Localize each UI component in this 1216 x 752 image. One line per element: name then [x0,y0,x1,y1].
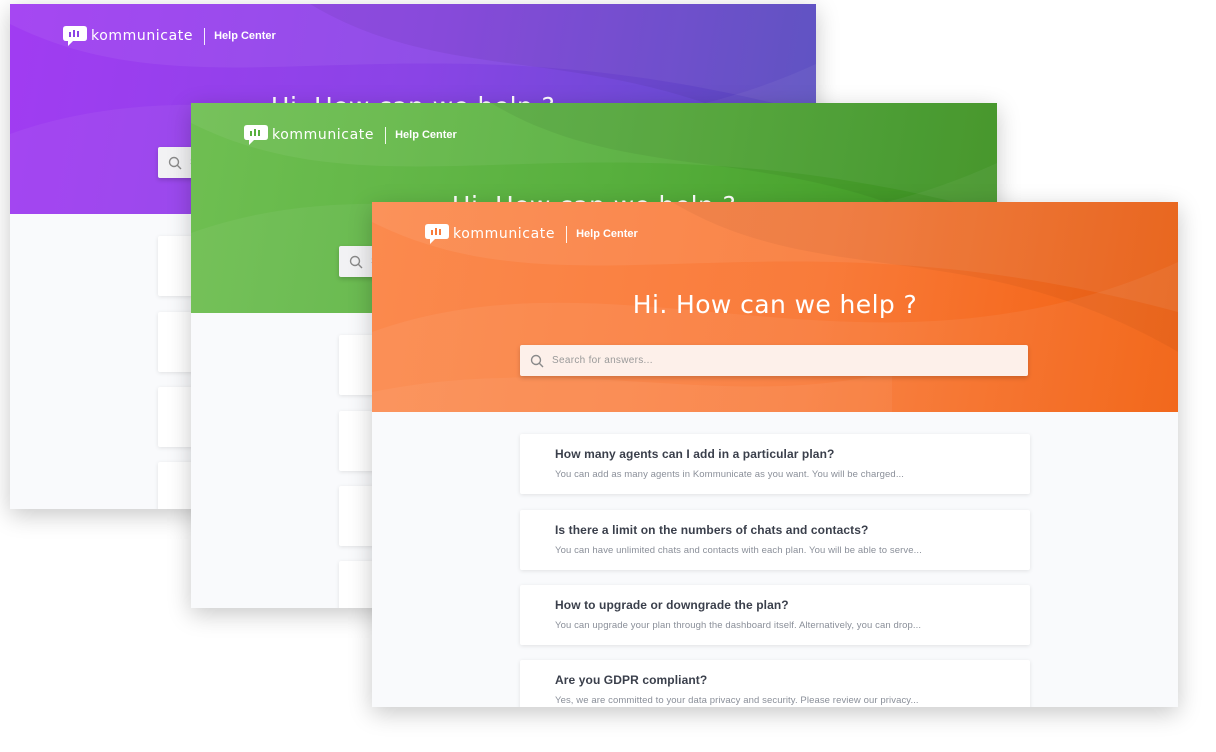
brand-name[interactable]: kommunicate [453,226,555,242]
header-divider [204,27,206,45]
brand-name[interactable]: kommunicate [272,127,374,143]
page-title: Hi. How can we help ? [632,290,918,319]
faq-answer-preview: You can add as many agents in Kommunicat… [555,469,905,480]
faq-question[interactable]: How to upgrade or downgrade the plan? [555,598,789,612]
chat-bubble-logo-icon [63,26,87,46]
help-center-label[interactable]: Help Center [395,129,457,141]
chat-bubble-logo-icon [425,224,449,244]
faq-question[interactable]: Is there a limit on the numbers of chats… [555,523,868,537]
brand-name[interactable]: kommunicate [91,28,193,44]
help-center-card-orange: kommunicate Help Center Hi. How can we h… [372,202,1178,707]
search-icon [168,156,182,169]
chat-bubble-logo-icon [244,125,268,145]
search-input[interactable]: Search for answers... [520,345,1028,376]
header-bar: kommunicate Help Center [424,222,638,246]
header-bar: kommunicate Help Center [243,123,457,147]
faq-answer-preview: You can have unlimited chats and contact… [555,545,922,556]
faq-item[interactable]: Are you GDPR compliant? Yes, we are comm… [520,660,1030,707]
faq-item[interactable]: Is there a limit on the numbers of chats… [520,510,1030,570]
help-center-showcase: kommunicate Help Center Hi. How can we h… [0,0,1216,752]
faq-item[interactable]: How many agents can I add in a particula… [520,434,1030,494]
faq-answer-preview: You can upgrade your plan through the da… [555,620,922,631]
faq-question[interactable]: How many agents can I add in a particula… [555,447,834,461]
search-icon [349,255,363,268]
faq-question[interactable]: Are you GDPR compliant? [555,673,707,687]
hero-banner: kommunicate Help Center Hi. How can we h… [372,202,1178,412]
search-placeholder: Search for answers... [552,355,653,366]
search-icon [530,354,544,367]
header-divider [385,126,387,144]
header-divider [566,225,568,243]
header-bar: kommunicate Help Center [62,24,276,48]
help-center-label[interactable]: Help Center [576,228,638,240]
faq-item[interactable]: How to upgrade or downgrade the plan? Yo… [520,585,1030,645]
faq-answer-preview: Yes, we are committed to your data priva… [555,695,919,706]
help-center-label[interactable]: Help Center [214,30,276,42]
